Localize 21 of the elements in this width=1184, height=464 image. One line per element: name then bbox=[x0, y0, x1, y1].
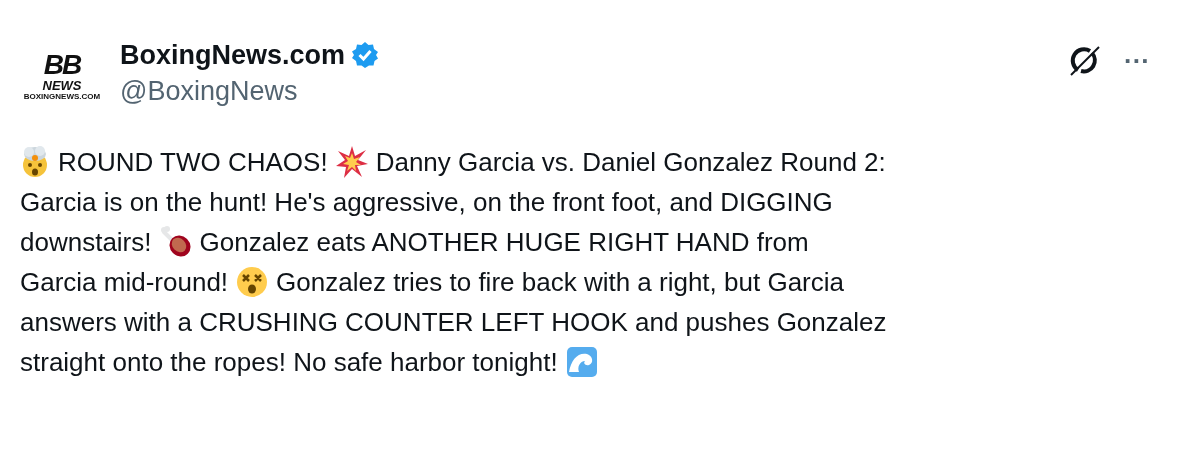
more-menu-button[interactable]: ··· bbox=[1124, 51, 1150, 71]
post-text: Gonzalez tries to fire back with a right, but Garcia bbox=[276, 266, 844, 299]
post-text: Gonzalez eats ANOTHER HUGE RIGHT HAND from bbox=[199, 226, 809, 259]
post-text: Garcia mid-round! bbox=[20, 266, 229, 299]
exploding-head-icon bbox=[20, 146, 50, 178]
slashed-circle-icon[interactable] bbox=[1068, 44, 1102, 78]
logo-mark: BB bbox=[43, 51, 81, 79]
account-handle[interactable]: @BoxingNews bbox=[120, 74, 380, 108]
post-text: answers with a CRUSHING COUNTER LEFT HOOK and pushes Gonzalez bbox=[20, 306, 887, 339]
post-text: Garcia is on the hunt! He's aggressive, on the front foot, and DIGGING bbox=[20, 186, 833, 219]
water-wave-icon bbox=[565, 346, 598, 378]
post-text: Danny Garcia vs. Daniel Gonzalez Round 2: bbox=[375, 146, 886, 179]
account-name[interactable]: BoxingNews.com bbox=[120, 38, 346, 72]
dizzy-face-icon bbox=[236, 266, 269, 298]
post-text: straight onto the ropes! No safe harbor tonight! bbox=[20, 346, 558, 379]
post-text: downstairs! bbox=[20, 226, 152, 259]
logo-word: NEWS bbox=[42, 79, 82, 92]
meat-on-bone-icon bbox=[159, 226, 192, 258]
post-text: ROUND TWO CHAOS! bbox=[58, 146, 328, 179]
logo-site: BOXINGNEWS.COM bbox=[23, 92, 101, 101]
collision-icon bbox=[335, 146, 368, 178]
